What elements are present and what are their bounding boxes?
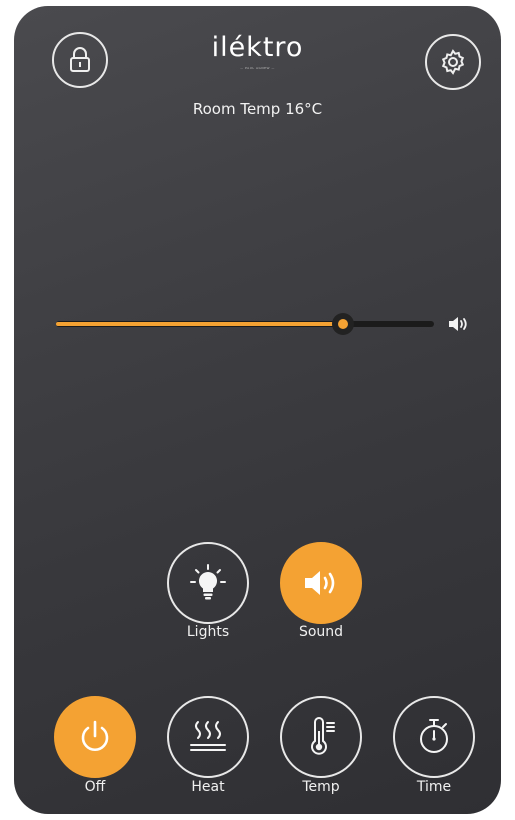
volume-slider[interactable]	[56, 313, 434, 335]
volume-slider-thumb[interactable]	[332, 313, 355, 335]
temp-button[interactable]	[280, 696, 362, 778]
light-bulb-icon	[188, 563, 228, 603]
off-label: Off	[84, 779, 106, 795]
timer-icon	[416, 718, 452, 756]
time-label: Time	[416, 779, 452, 795]
heat-label: Heat	[191, 779, 225, 795]
sound-label: Sound	[298, 624, 344, 640]
speaker-icon	[448, 316, 468, 332]
lights-label: Lights	[186, 624, 230, 640]
room-temperature: Room Temp 16°C	[192, 100, 323, 118]
settings-button[interactable]	[425, 34, 481, 90]
temp-label: Temp	[302, 779, 340, 795]
gear-icon	[439, 48, 467, 76]
heat-icon	[188, 719, 228, 755]
time-button[interactable]	[393, 696, 475, 778]
power-icon	[77, 719, 113, 755]
volume-slider-thumb-dot	[338, 319, 349, 329]
heat-button[interactable]	[167, 696, 249, 778]
power-off-button[interactable]	[54, 696, 136, 778]
volume-slider-fill	[56, 322, 344, 326]
thermometer-icon	[303, 717, 339, 757]
app-screen: iléktro — PAUL AGNEW — Room Temp 16°C Li…	[14, 6, 501, 814]
lights-button[interactable]	[167, 542, 249, 624]
speaker-icon	[303, 569, 339, 597]
sound-button[interactable]	[280, 542, 362, 624]
